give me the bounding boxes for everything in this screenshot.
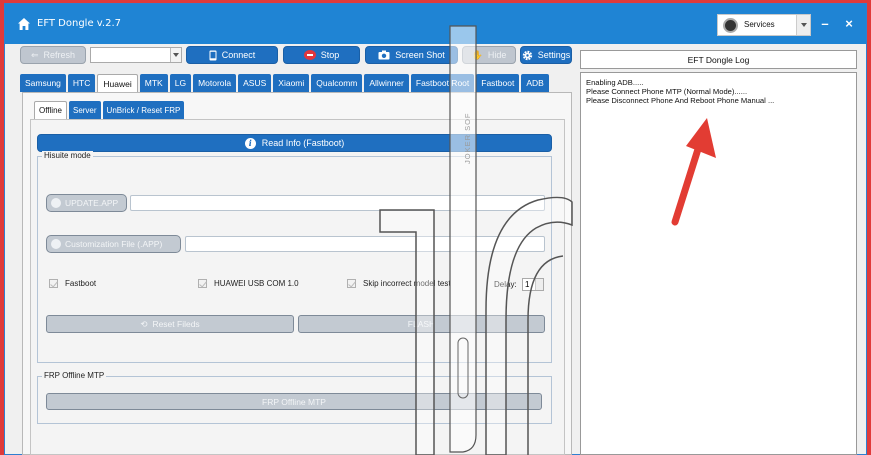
tab-adb[interactable]: ADB [521, 74, 549, 92]
tab-motorola[interactable]: Motorola [193, 74, 237, 92]
title-bar: EFT Dongle v.2.7 Services – × [5, 4, 866, 44]
camera-icon [378, 50, 390, 60]
connect-label: Connect [221, 50, 256, 60]
stepper-arrows-icon[interactable] [535, 279, 543, 290]
services-dropdown[interactable]: Services [717, 14, 811, 36]
checkbox-box[interactable] [347, 279, 356, 288]
tab-mtk[interactable]: MTK [139, 74, 168, 92]
services-label: Services [744, 20, 775, 29]
hide-icon: ✋ [471, 49, 483, 60]
tab-offline[interactable]: Offline [34, 101, 67, 119]
minimize-button[interactable]: – [817, 16, 833, 32]
tab-samsung[interactable]: Samsung [20, 74, 66, 92]
frp-button-label: FRP Offline MTP [262, 396, 326, 407]
folder-icon [51, 198, 61, 208]
flash-label: FLASH [407, 319, 436, 329]
customization-file-button[interactable]: Customization File (.APP) [46, 235, 181, 253]
customization-file-path-field[interactable] [185, 236, 545, 252]
read-info-button[interactable]: i Read Info (Fastboot) [37, 134, 552, 152]
brand-tabs: Samsung HTC Huawei MTK LG Motorola ASUS … [20, 74, 549, 92]
refresh-button[interactable]: ⇐ Refresh [20, 46, 86, 64]
tab-lg[interactable]: LG [169, 74, 192, 92]
tab-qualcomm[interactable]: Qualcomm [311, 74, 363, 92]
refresh-label: Refresh [43, 50, 76, 60]
huawei-sub-tabs: Offline Server UnBrick / Reset FRP [34, 101, 185, 119]
gear-icon [522, 50, 532, 60]
log-title: EFT Dongle Log [580, 50, 857, 69]
frp-offline-mtp-button[interactable]: FRP Offline MTP [46, 393, 542, 410]
services-logo-icon [723, 18, 738, 33]
reset-icon: ⟲ [140, 318, 148, 329]
home-icon[interactable] [17, 17, 31, 31]
log-output[interactable]: Enabling ADB..... Please Connect Phone M… [580, 72, 857, 455]
skip-model-test-label: Skip incorrect model test [363, 279, 451, 288]
log-line: Please Disconnect Phone And Reboot Phone… [586, 96, 775, 105]
info-icon: i [244, 137, 256, 149]
refresh-icon: ⇐ [30, 49, 39, 60]
skip-model-test-checkbox[interactable]: Skip incorrect model test [347, 279, 451, 288]
reset-label: Reset Fileds [152, 319, 200, 329]
tab-asus[interactable]: ASUS [238, 74, 272, 92]
port-select[interactable] [90, 47, 182, 63]
hisuite-legend: Hisuite mode [42, 151, 93, 160]
stop-button[interactable]: Stop [283, 46, 360, 64]
update-app-label: UPDATE.APP [65, 198, 119, 208]
checkbox-box[interactable] [49, 279, 58, 288]
update-app-button[interactable]: UPDATE.APP [46, 194, 127, 212]
chevron-down-icon[interactable] [170, 48, 181, 62]
screenshot-label: Screen Shot [395, 50, 445, 60]
huawei-usb-label: HUAWEI USB COM 1.0 [214, 279, 299, 288]
close-button[interactable]: × [841, 16, 857, 32]
tab-xiaomi[interactable]: Xiaomi [273, 74, 310, 92]
delay-label: Delay: [494, 280, 517, 289]
chevron-down-icon[interactable] [796, 15, 810, 35]
tab-fastboot[interactable]: Fastboot [476, 74, 520, 92]
flash-button[interactable]: FLASH [298, 315, 545, 333]
settings-button[interactable]: Settings [520, 46, 572, 64]
fastboot-checkbox[interactable]: Fastboot [49, 279, 96, 288]
read-info-label: Read Info (Fastboot) [261, 138, 345, 148]
hide-button[interactable]: ✋ Hide [462, 46, 516, 64]
hide-label: Hide [487, 50, 507, 60]
reset-fields-button[interactable]: ⟲ Reset Fileds [46, 315, 294, 333]
fastboot-label: Fastboot [65, 279, 97, 288]
frp-legend: FRP Offline MTP [42, 371, 107, 380]
stop-icon [303, 50, 316, 60]
delay-stepper[interactable]: 1 [522, 278, 544, 291]
connect-button[interactable]: Connect [186, 46, 278, 64]
log-line: Please Connect Phone MTP (Normal Mode)..… [586, 87, 748, 96]
log-line: Enabling ADB..... [586, 78, 644, 87]
screenshot-button[interactable]: Screen Shot [365, 46, 458, 64]
update-app-path-field[interactable] [130, 195, 545, 211]
tab-fastboot-root[interactable]: Fastboot Root [410, 74, 475, 92]
tab-htc[interactable]: HTC [67, 74, 96, 92]
delay-value: 1 [525, 280, 530, 289]
app-title: EFT Dongle v.2.7 [37, 18, 122, 29]
tab-allwinner[interactable]: Allwinner [364, 74, 409, 92]
huawei-usb-checkbox[interactable]: HUAWEI USB COM 1.0 [198, 279, 299, 288]
checkbox-box[interactable] [198, 279, 207, 288]
tab-server[interactable]: Server [68, 101, 101, 119]
tab-huawei[interactable]: Huawei [97, 74, 138, 92]
folder-icon [51, 239, 61, 249]
settings-label: Settings [537, 50, 571, 60]
phone-icon [209, 50, 217, 60]
customization-file-label: Customization File (.APP) [65, 239, 163, 249]
stop-label: Stop [320, 50, 340, 60]
tab-unbrick-reset-frp[interactable]: UnBrick / Reset FRP [102, 101, 185, 119]
